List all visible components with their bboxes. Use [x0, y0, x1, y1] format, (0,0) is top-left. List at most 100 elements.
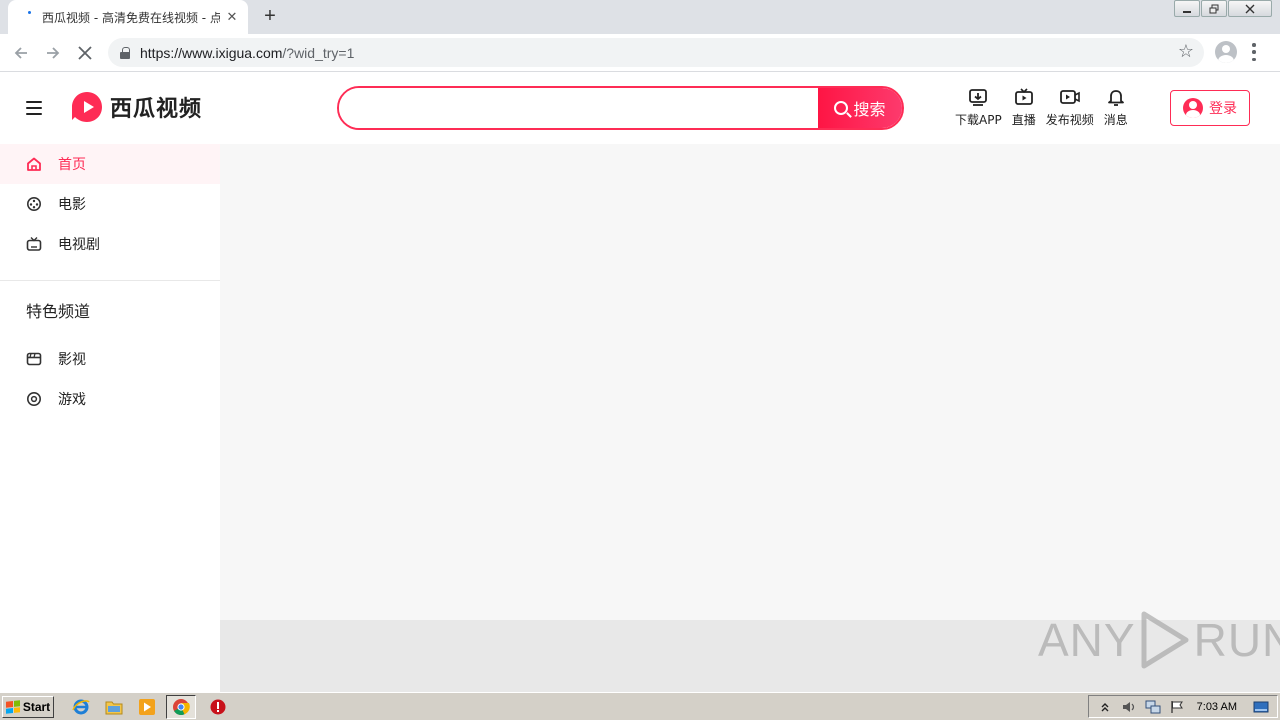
login-button[interactable]: 登录: [1170, 90, 1250, 126]
back-button[interactable]: [9, 41, 33, 65]
show-desktop-icon[interactable]: [1253, 699, 1269, 715]
close-icon: [1245, 4, 1255, 13]
taskbar-security-app-button[interactable]: [207, 696, 229, 718]
start-label: Start: [22, 699, 51, 714]
system-tray: 7:03 AM: [1087, 695, 1278, 718]
main-content-area: [220, 144, 1280, 620]
live-button[interactable]: 直播: [1012, 86, 1036, 128]
bookmark-star-icon[interactable]: ☆: [1178, 41, 1194, 62]
profile-avatar-icon[interactable]: [1215, 41, 1237, 63]
stop-loading-button[interactable]: [73, 41, 97, 65]
address-bar[interactable]: https://www.ixigua.com/?wid_try=1 ☆: [108, 38, 1204, 67]
browser-toolbar: https://www.ixigua.com/?wid_try=1 ☆: [0, 34, 1280, 72]
upload-video-button[interactable]: 发布视频: [1046, 86, 1094, 128]
live-label: 直播: [1011, 113, 1036, 127]
tray-volume-icon[interactable]: [1121, 699, 1137, 715]
sidebar-item-film-tv[interactable]: 影视: [0, 339, 220, 379]
minimize-icon: [1183, 10, 1191, 13]
browser-tab-active[interactable]: 西瓜视频 - 高清免费在线视频 - 点亮 ✕: [8, 0, 248, 34]
site-header: 西瓜视频 搜索 下载APP 直播 发布视频 消息 登录: [0, 72, 1280, 144]
window-controls: [1173, 0, 1272, 17]
download-app-icon: [969, 89, 988, 106]
taskbar-media-player-button[interactable]: [136, 696, 158, 718]
tab-loading-icon: [22, 10, 36, 24]
sidebar-item-label: 首页: [58, 157, 86, 173]
stop-x-icon: [78, 46, 92, 60]
sidebar-item-label: 游戏: [58, 392, 86, 408]
taskbar-clock: 7:03 AM: [1196, 700, 1237, 713]
upload-video-icon: [1059, 90, 1080, 104]
site-logo[interactable]: 西瓜视频: [70, 90, 202, 124]
logo-text: 西瓜视频: [110, 97, 203, 122]
xigua-logo-icon: [72, 92, 102, 122]
taskbar-explorer-button[interactable]: [103, 696, 125, 718]
search-button-label: 搜索: [853, 100, 886, 119]
minimize-button[interactable]: [1174, 0, 1200, 17]
header-actions: 下载APP 直播 发布视频 消息: [955, 86, 1138, 128]
login-label: 登录: [1209, 101, 1237, 117]
sidebar-item-label: 电影: [58, 197, 86, 213]
user-avatar-icon: [1183, 98, 1203, 118]
bell-icon: [1107, 90, 1124, 106]
chrome-icon: [173, 698, 190, 715]
arrow-left-icon: [14, 47, 27, 59]
sidebar-item-label: 影视: [58, 352, 86, 368]
clapperboard-icon: [26, 352, 42, 366]
url-host: https://www.ixigua.com: [140, 44, 283, 61]
watermark-text-right: RUN: [1193, 614, 1280, 666]
hamburger-menu-icon[interactable]: [26, 101, 42, 115]
watermark-play-icon: [1141, 611, 1189, 669]
download-app-label: 下载APP: [955, 113, 1002, 127]
start-button[interactable]: Start: [2, 695, 54, 718]
browser-tabstrip: 西瓜视频 - 高清免费在线视频 - 点亮 ✕ +: [0, 0, 1280, 34]
film-reel-icon: [27, 197, 41, 211]
windows-taskbar: Start 7:03 AM: [0, 692, 1280, 720]
download-app-button[interactable]: 下载APP: [955, 86, 1002, 128]
warning-circle-icon: [210, 699, 226, 714]
tab-title: 西瓜视频 - 高清免费在线视频 - 点亮: [42, 10, 220, 25]
url-text: https://www.ixigua.com/?wid_try=1: [140, 45, 354, 61]
network-icon: [1145, 700, 1161, 713]
sidebar-item-tv-series[interactable]: 电视剧: [0, 224, 220, 264]
taskbar-chrome-button[interactable]: [166, 694, 196, 719]
search-button[interactable]: 搜索: [818, 88, 902, 128]
desktop-icon: [1253, 701, 1269, 712]
internet-explorer-icon: [72, 699, 90, 714]
sidebar-item-movies[interactable]: 电影: [0, 184, 220, 224]
anyrun-watermark: ANY RUN: [1038, 610, 1280, 670]
sidebar-item-games[interactable]: 游戏: [0, 379, 220, 419]
watermark-text-left: ANY: [1038, 614, 1136, 666]
browser-menu-icon[interactable]: [1252, 43, 1256, 61]
search-bar: 搜索: [337, 86, 904, 130]
close-window-button[interactable]: [1228, 0, 1272, 17]
chevron-up-icon: [1101, 702, 1109, 711]
sidebar-item-home[interactable]: 首页: [0, 144, 220, 184]
tv-icon: [26, 237, 42, 251]
tray-action-center-icon[interactable]: [1169, 699, 1185, 715]
forward-button[interactable]: [41, 41, 65, 65]
search-icon: [834, 101, 849, 115]
taskbar-ie-button[interactable]: [70, 696, 92, 718]
live-tv-icon: [1014, 88, 1033, 105]
flag-icon: [1170, 700, 1183, 713]
tab-close-icon[interactable]: ✕: [224, 9, 240, 25]
arrow-right-icon: [47, 47, 60, 59]
sidebar: 首页 电影 电视剧 特色频道 影视 游戏: [0, 144, 220, 692]
speaker-icon: [1122, 701, 1134, 712]
upload-video-label: 发布视频: [1045, 113, 1094, 127]
windows-logo-icon: [5, 699, 20, 714]
lock-icon: [120, 46, 130, 59]
search-input[interactable]: [339, 88, 818, 128]
tray-network-icon[interactable]: [1145, 699, 1161, 715]
tray-expand-icon[interactable]: [1097, 699, 1113, 715]
restore-icon: [1209, 4, 1219, 13]
folder-icon: [105, 701, 123, 714]
home-icon: [27, 157, 41, 171]
new-tab-button[interactable]: +: [259, 5, 281, 27]
gamepad-icon: [27, 392, 41, 406]
messages-label: 消息: [1103, 113, 1128, 127]
sidebar-item-label: 电视剧: [58, 237, 100, 253]
messages-button[interactable]: 消息: [1104, 86, 1128, 128]
restore-button[interactable]: [1201, 0, 1227, 17]
media-player-icon: [139, 698, 155, 715]
